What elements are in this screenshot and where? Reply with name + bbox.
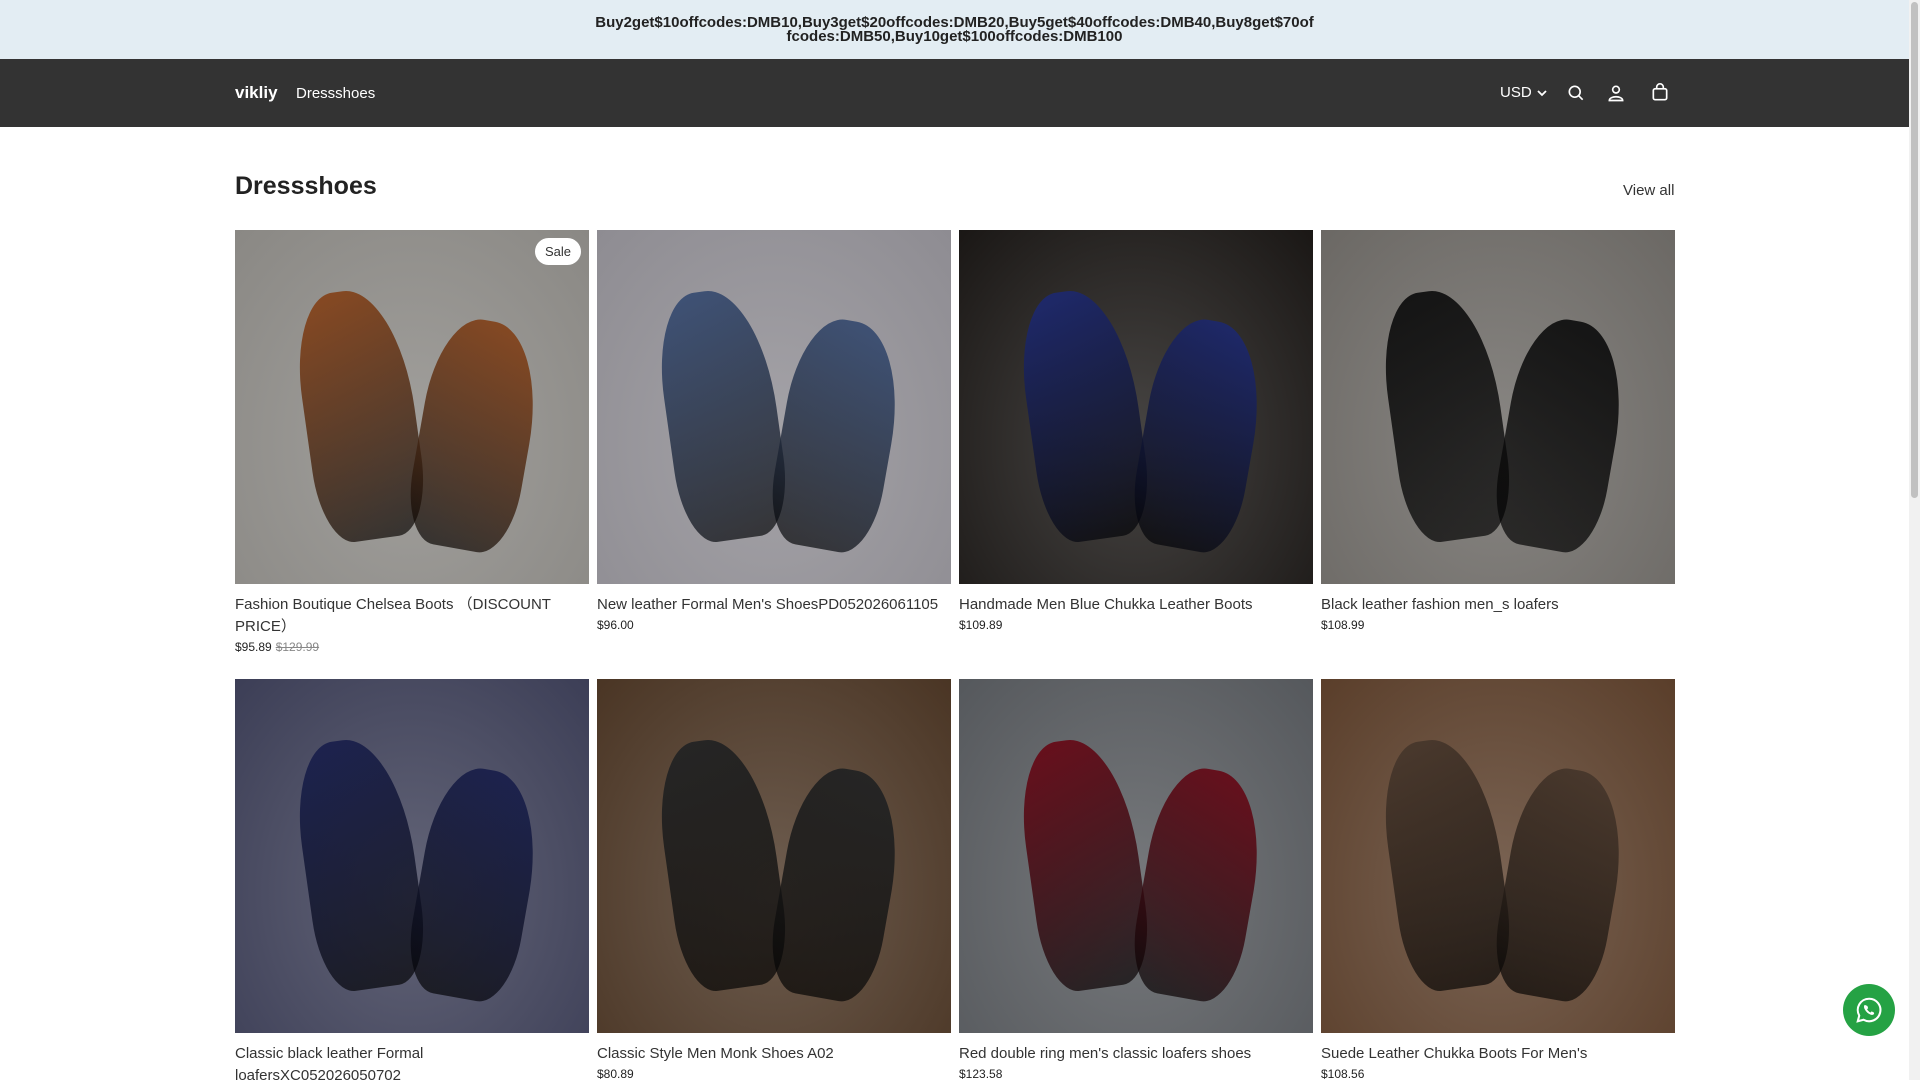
shoe-graphic bbox=[762, 312, 912, 558]
product-price-row: $96.00 bbox=[597, 618, 951, 632]
product-image[interactable] bbox=[597, 230, 951, 584]
product-title[interactable]: Classic black leather Formal loafersXC05… bbox=[235, 1043, 589, 1080]
product-price: $80.89 bbox=[597, 1067, 634, 1080]
product-price-row: $123.58 bbox=[959, 1067, 1313, 1080]
product-price: $95.89 bbox=[235, 640, 272, 654]
shoe-graphic bbox=[400, 761, 550, 1007]
product-title[interactable]: Red double ring men's classic loafers sh… bbox=[959, 1043, 1313, 1065]
product-price: $108.99 bbox=[1321, 618, 1365, 632]
product-card[interactable]: New leather Formal Men's ShoesPD05202606… bbox=[597, 230, 951, 632]
chevron-down-icon bbox=[1537, 89, 1547, 96]
shoe-graphic bbox=[1486, 312, 1636, 558]
product-card[interactable]: Red double ring men's classic loafers sh… bbox=[959, 679, 1313, 1080]
shoe-graphic bbox=[1124, 761, 1274, 1007]
product-price-row: $95.89 $129.99 bbox=[235, 640, 589, 654]
product-price-row: $108.99 bbox=[1321, 618, 1675, 632]
currency-label: USD bbox=[1500, 84, 1532, 101]
product-image[interactable] bbox=[1321, 230, 1675, 584]
product-image[interactable]: Sale bbox=[235, 230, 589, 584]
view-all-link[interactable]: View all bbox=[1623, 182, 1674, 199]
scrollbar-thumb[interactable] bbox=[1911, 2, 1918, 498]
account-icon[interactable] bbox=[1604, 81, 1628, 105]
product-image[interactable] bbox=[1321, 679, 1675, 1033]
product-image[interactable] bbox=[959, 679, 1313, 1033]
section-title: Dressshoes bbox=[235, 172, 377, 200]
product-title[interactable]: Classic Style Men Monk Shoes A02 bbox=[597, 1043, 951, 1065]
page-scrollbar[interactable] bbox=[1909, 0, 1920, 1080]
product-price-row: $80.89 bbox=[597, 1067, 951, 1080]
product-card[interactable]: Black leather fashion men_s loafers $108.… bbox=[1321, 230, 1675, 632]
product-card[interactable]: Classic Style Men Monk Shoes A02 $80.89 bbox=[597, 679, 951, 1080]
whatsapp-icon bbox=[1856, 997, 1882, 1023]
cart-icon[interactable] bbox=[1648, 81, 1672, 105]
store-logo[interactable]: vikliy bbox=[235, 83, 278, 103]
product-image[interactable] bbox=[597, 679, 951, 1033]
product-card[interactable]: Classic black leather Formal loafersXC05… bbox=[235, 679, 589, 1080]
shoe-graphic bbox=[1486, 761, 1636, 1007]
product-card[interactable]: Suede Leather Chukka Boots For Men's $108… bbox=[1321, 679, 1675, 1080]
site-header: vikliy Dressshoes USD bbox=[0, 59, 1909, 127]
announcement-bar: Buy2get$10offcodes:DMB10,Buy3get$20offco… bbox=[0, 0, 1909, 59]
product-title[interactable]: New leather Formal Men's ShoesPD05202606… bbox=[597, 594, 951, 616]
product-title[interactable]: Black leather fashion men_s loafers bbox=[1321, 594, 1675, 616]
whatsapp-chat-button[interactable] bbox=[1843, 984, 1895, 1036]
product-image[interactable] bbox=[235, 679, 589, 1033]
product-price-row: $109.89 bbox=[959, 618, 1313, 632]
product-image[interactable] bbox=[959, 230, 1313, 584]
product-title[interactable]: Suede Leather Chukka Boots For Men's bbox=[1321, 1043, 1675, 1065]
product-price: $96.00 bbox=[597, 618, 634, 632]
product-price: $108.56 bbox=[1321, 1067, 1365, 1080]
sale-badge: Sale bbox=[534, 238, 581, 265]
product-card[interactable]: Sale Fashion Boutique Chelsea Boots （DISC… bbox=[235, 230, 589, 654]
product-title[interactable]: Fashion Boutique Chelsea Boots （DISCOUNT… bbox=[235, 594, 589, 638]
shoe-graphic bbox=[1124, 312, 1274, 558]
shoe-graphic bbox=[762, 761, 912, 1007]
product-price: $123.58 bbox=[959, 1067, 1003, 1080]
currency-selector[interactable]: USD bbox=[1500, 84, 1548, 101]
product-price-row: $108.56 bbox=[1321, 1067, 1675, 1080]
shoe-graphic bbox=[400, 312, 550, 558]
product-price: $109.89 bbox=[959, 618, 1003, 632]
product-compare-price: $129.99 bbox=[275, 640, 320, 654]
product-card[interactable]: Handmade Men Blue Chukka Leather Boots $1… bbox=[959, 230, 1313, 632]
announcement-text: Buy2get$10offcodes:DMB10,Buy3get$20offco… bbox=[595, 13, 1314, 45]
product-title[interactable]: Handmade Men Blue Chukka Leather Boots bbox=[959, 594, 1313, 616]
nav-link-dressshoes[interactable]: Dressshoes bbox=[296, 85, 375, 102]
search-icon[interactable] bbox=[1564, 81, 1588, 105]
